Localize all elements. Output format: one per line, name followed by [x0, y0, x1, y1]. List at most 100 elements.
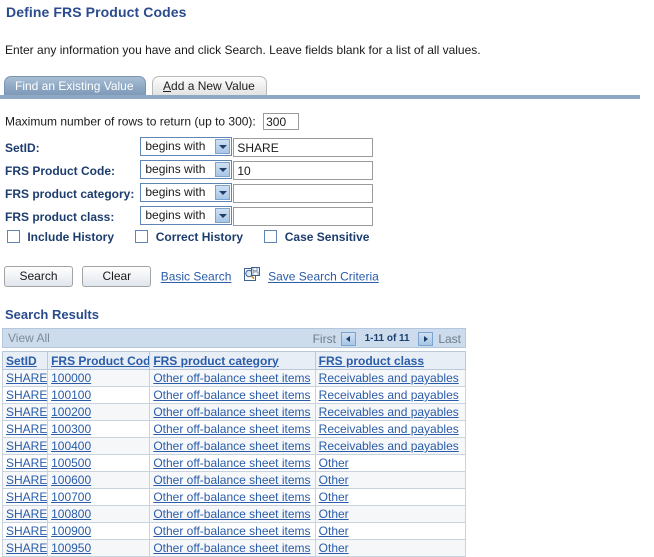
operator-select-frs-product-code[interactable]: begins with — [140, 159, 233, 179]
cell-link[interactable]: Other off-balance sheet items — [153, 524, 310, 538]
cell-link[interactable]: 100700 — [51, 490, 91, 504]
cell-link[interactable]: SHARE — [6, 524, 47, 538]
cell-link[interactable]: Other off-balance sheet items — [153, 405, 310, 419]
cell-link[interactable]: 100400 — [51, 439, 91, 453]
table-row: SHARE 100400 Other off-balance sheet items… — [1, 437, 467, 455]
left-arrow-icon[interactable] — [341, 331, 357, 346]
cell-link[interactable]: 100900 — [51, 524, 91, 538]
table-cell: Other — [314, 454, 467, 472]
checkbox-correct-history[interactable]: Correct History — [135, 230, 243, 244]
tab-find-an-existing-value[interactable]: Find an Existing Value — [4, 76, 146, 95]
value-input-frs-product-category[interactable] — [233, 184, 374, 203]
table-cell: Other — [314, 488, 467, 506]
table-row: SHARE 100300 Other off-balance sheet items… — [1, 420, 467, 438]
cell-link[interactable]: SHARE — [6, 439, 47, 453]
chevron-down-icon[interactable] — [215, 207, 231, 223]
label-frs-product-code: FRS Product Code: — [5, 163, 115, 178]
tab-add-a-new-value[interactable]: Add a New Value — [152, 76, 267, 95]
view-all-link[interactable]: View All — [8, 331, 50, 345]
pager-last-link[interactable]: Last — [438, 332, 461, 346]
cell-link[interactable]: SHARE — [6, 473, 47, 487]
chevron-down-icon[interactable] — [215, 161, 231, 177]
cell-link[interactable]: Other — [319, 456, 349, 470]
basic-search-link[interactable]: Basic Search — [161, 270, 232, 284]
table-cell: 100700 — [47, 488, 151, 506]
pager-first-link[interactable]: First — [313, 332, 336, 346]
column-header-frs-product-category[interactable]: FRS product category — [149, 351, 316, 370]
value-input-frs-product-code[interactable] — [233, 161, 374, 180]
tab-underline-bar — [0, 95, 640, 99]
cell-link[interactable]: 100000 — [51, 371, 91, 385]
table-cell: SHARE — [1, 488, 49, 506]
cell-link[interactable]: SHARE — [6, 371, 47, 385]
column-header-setid-label: SetID — [6, 353, 37, 368]
max-rows-label: Maximum number of rows to return (up to … — [5, 114, 256, 129]
cell-link[interactable]: Other — [319, 524, 349, 538]
cell-link[interactable]: SHARE — [6, 422, 47, 436]
cell-link[interactable]: Other off-balance sheet items — [153, 371, 310, 385]
cell-link[interactable]: 100200 — [51, 405, 91, 419]
save-search-icon[interactable] — [243, 266, 260, 283]
column-header-setid[interactable]: SetID — [1, 351, 49, 370]
operator-select-frs-product-category-value: begins with — [145, 184, 206, 199]
cell-link[interactable]: SHARE — [6, 456, 47, 470]
cell-link[interactable]: Other off-balance sheet items — [153, 473, 310, 487]
search-button[interactable]: Search — [4, 266, 73, 287]
label-frs-product-category: FRS product category: — [5, 186, 135, 201]
cell-link[interactable]: Other — [319, 473, 349, 487]
table-cell: SHARE — [1, 437, 49, 455]
clear-button[interactable]: Clear — [82, 266, 152, 287]
cell-link[interactable]: Other off-balance sheet items — [153, 507, 310, 521]
table-cell: 100000 — [47, 369, 151, 387]
checkbox-icon[interactable] — [135, 230, 149, 243]
cell-link[interactable]: Other — [319, 507, 349, 521]
cell-link[interactable]: Receivables and payables — [319, 422, 459, 436]
cell-link[interactable]: Other off-balance sheet items — [153, 439, 310, 453]
cell-link[interactable]: SHARE — [6, 490, 47, 504]
table-cell: SHARE — [1, 454, 49, 472]
right-arrow-icon[interactable] — [417, 331, 433, 346]
cell-link[interactable]: Other off-balance sheet items — [153, 422, 310, 436]
cell-link[interactable]: SHARE — [6, 507, 47, 521]
column-header-frs-product-class[interactable]: FRS product class — [314, 351, 467, 370]
cell-link[interactable]: 100100 — [51, 388, 91, 402]
cell-link[interactable]: Receivables and payables — [319, 371, 459, 385]
cell-link[interactable]: Receivables and payables — [319, 405, 459, 419]
cell-link[interactable]: SHARE — [6, 405, 47, 419]
cell-link[interactable]: 100600 — [51, 473, 91, 487]
table-cell: SHARE — [1, 403, 49, 421]
table-row: SHARE 100200 Other off-balance sheet items… — [1, 403, 467, 421]
cell-link[interactable]: Other off-balance sheet items — [153, 456, 310, 470]
cell-link[interactable]: SHARE — [6, 388, 47, 402]
cell-link[interactable]: Receivables and payables — [319, 439, 459, 453]
chevron-down-icon[interactable] — [215, 184, 231, 200]
max-rows-input[interactable] — [263, 113, 300, 130]
table-row: SHARE 100100 Other off-balance sheet items… — [1, 386, 467, 404]
cell-link[interactable]: Other off-balance sheet items — [153, 490, 310, 504]
operator-select-setid[interactable]: begins with — [140, 136, 233, 156]
checkbox-icon[interactable] — [7, 230, 20, 243]
checkbox-include-history[interactable]: Include History — [7, 230, 114, 244]
tab-strip: Find an Existing Value Add a New Value — [0, 76, 654, 99]
cell-link[interactable]: Other — [319, 490, 349, 504]
label-frs-product-class: FRS product class: — [5, 209, 115, 224]
checkbox-icon[interactable] — [264, 230, 278, 243]
table-cell: SHARE — [1, 420, 49, 438]
chevron-down-icon[interactable] — [215, 138, 231, 154]
value-input-frs-product-class[interactable] — [233, 207, 374, 226]
operator-select-frs-product-class[interactable]: begins with — [140, 205, 233, 225]
checkbox-case-sensitive[interactable]: Case Sensitive — [264, 230, 369, 244]
results-toolbar: View All First 1-11 of 11 Last — [2, 328, 466, 348]
cell-operator-frs-product-code: begins with — [140, 159, 233, 182]
operator-select-frs-product-category[interactable]: begins with — [140, 182, 233, 202]
cell-link[interactable]: Other off-balance sheet items — [153, 388, 310, 402]
column-header-frs-product-code[interactable]: FRS Product Code — [47, 351, 151, 370]
save-search-criteria-link[interactable]: Save Search Criteria — [268, 270, 379, 284]
cell-link[interactable]: Receivables and payables — [319, 388, 459, 402]
instruction-text: Enter any information you have and click… — [5, 43, 481, 57]
value-input-setid[interactable] — [233, 138, 374, 157]
cell-link[interactable]: 100500 — [51, 456, 91, 470]
cell-link[interactable]: 100300 — [51, 422, 91, 436]
cell-link[interactable]: 100800 — [51, 507, 91, 521]
table-cell: Receivables and payables — [314, 437, 467, 455]
